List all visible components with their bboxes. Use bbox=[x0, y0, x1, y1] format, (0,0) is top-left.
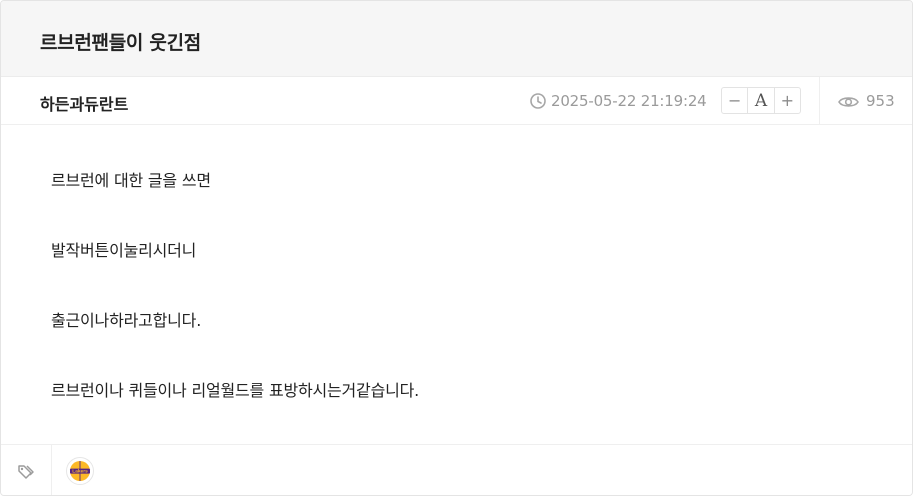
clock-icon bbox=[529, 92, 547, 110]
body-paragraph: 발작버튼이눌리시더니 bbox=[51, 241, 197, 260]
svg-text:Lakers: Lakers bbox=[72, 469, 88, 475]
eye-icon bbox=[838, 94, 859, 108]
post-datetime: 2025-05-22 21:19:24 bbox=[551, 92, 707, 110]
tag-cell bbox=[1, 445, 52, 495]
author-name[interactable]: 하든과듀란트 bbox=[40, 91, 128, 115]
post-title-bar: 르브런팬들이 웃긴점 bbox=[1, 1, 912, 77]
font-size-control: − A + bbox=[721, 87, 801, 114]
post-date: 2025-05-22 21:19:24 bbox=[529, 91, 707, 111]
font-reset-button[interactable]: A bbox=[748, 88, 775, 113]
post-meta-bar: 하든과듀란트 2025-05-22 21:19:24 − A + 953 bbox=[1, 77, 912, 125]
body-paragraph: 출근이나하라고합니다. bbox=[51, 311, 202, 330]
body-paragraph: 르브런이나 퀴들이나 리얼월드를 표방하시는거같습니다. bbox=[51, 381, 420, 400]
view-count: 953 bbox=[838, 91, 895, 111]
lakers-logo-icon[interactable]: Lakers bbox=[66, 457, 94, 485]
post-frame: 르브런팬들이 웃긴점 하든과듀란트 2025-05-22 21:19:24 − … bbox=[0, 0, 913, 496]
body-paragraph: 르브런에 대한 글을 쓰면 bbox=[51, 171, 211, 190]
font-decrease-button[interactable]: − bbox=[722, 88, 749, 113]
tag-bar: Lakers bbox=[1, 444, 912, 495]
post-body: 르브런에 대한 글을 쓰면 발작버튼이눌리시더니 출근이나하라고합니다. 르브런… bbox=[51, 169, 871, 449]
meta-divider bbox=[819, 77, 820, 125]
tag-icon bbox=[17, 463, 35, 481]
post-title: 르브런팬들이 웃긴점 bbox=[40, 32, 201, 54]
view-count-value: 953 bbox=[866, 92, 895, 110]
font-increase-button[interactable]: + bbox=[775, 88, 800, 113]
